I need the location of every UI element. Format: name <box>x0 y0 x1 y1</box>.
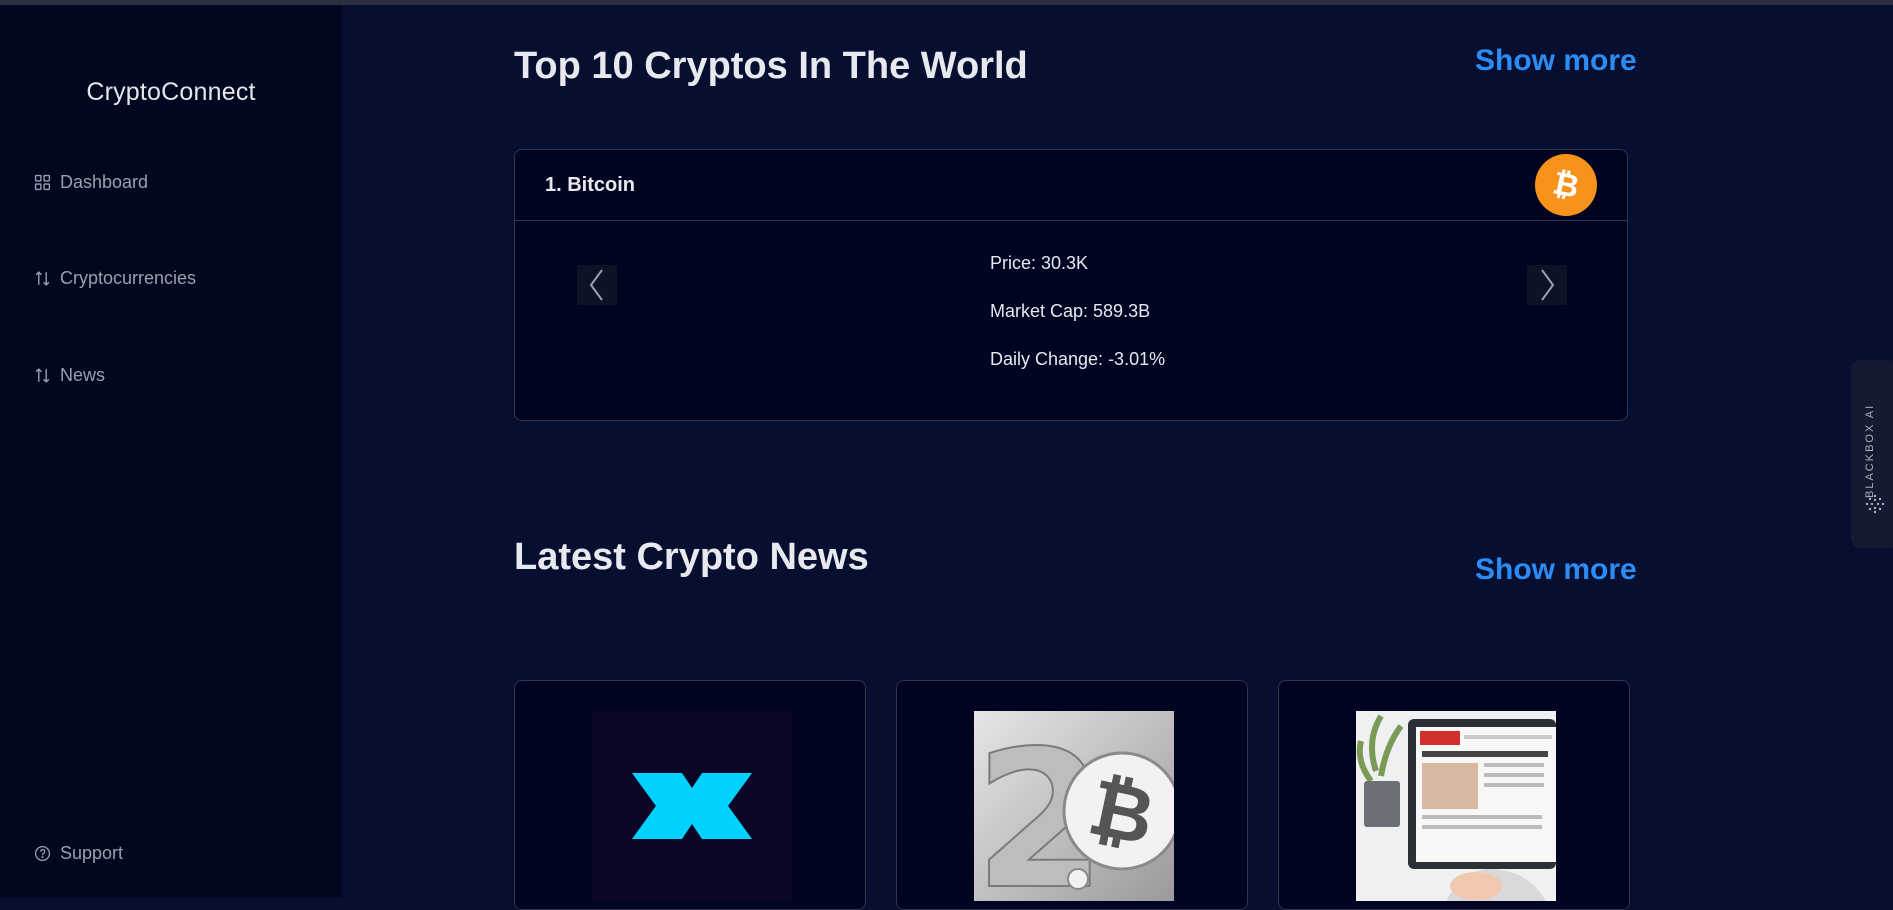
news-card[interactable] <box>514 680 866 910</box>
sidebar-item-label: Dashboard <box>60 172 149 192</box>
synthetix-icon <box>632 773 752 839</box>
crypto-news-title: Latest Crypto News <box>514 536 869 578</box>
top-cryptos-title: Top 10 Cryptos In The World <box>514 45 1028 87</box>
sort-arrows-icon <box>35 271 50 286</box>
carousel-prev-button[interactable] <box>577 265 617 305</box>
synthetix-logo-image <box>592 711 792 901</box>
crypto-market-cap: Market Cap: 589.3B <box>990 301 1151 321</box>
chevron-left-icon <box>589 269 603 301</box>
chevron-right-icon <box>1541 269 1555 301</box>
news-card[interactable]: 2 ₿ <box>896 680 1248 910</box>
bitcoin-icon: ₿ <box>1535 154 1597 216</box>
bitcoin-symbol-icon: ₿ <box>1550 167 1583 203</box>
bitcoin-2-0-graphic: 2 ₿ <box>974 711 1174 901</box>
card-header: 1. Bitcoin ₿ <box>515 150 1627 221</box>
top-cryptos-show-more-link[interactable]: Show more <box>1475 44 1637 78</box>
news-card[interactable] <box>1278 680 1630 910</box>
sidebar-item-label: Support <box>60 843 124 863</box>
crypto-news-show-more-link[interactable]: Show more <box>1475 553 1637 587</box>
sidebar-item-dashboard[interactable]: Dashboard <box>34 172 148 193</box>
dots-grid-icon <box>1865 494 1885 514</box>
grid-icon <box>34 174 51 191</box>
blackbox-ai-widget[interactable]: BLACKBOX AI <box>1851 360 1893 548</box>
crypto-card-title: 1. Bitcoin <box>545 174 636 196</box>
help-circle-icon <box>34 845 51 862</box>
sidebar-item-label: Cryptocurrencies <box>60 268 197 288</box>
crypto-price: Price: 30.3K <box>990 253 1089 273</box>
crypto-daily-change: Daily Change: -3.01% <box>990 349 1166 369</box>
sidebar-item-support[interactable]: Support <box>34 843 123 864</box>
svg-text:₿: ₿ <box>1550 167 1583 203</box>
sidebar-item-label: News <box>60 365 106 385</box>
sidebar-item-cryptocurrencies[interactable]: Cryptocurrencies <box>34 268 196 289</box>
laptop-news-graphic <box>1356 711 1556 901</box>
sort-arrows-icon <box>35 368 50 383</box>
news-laptop-image <box>1356 711 1556 901</box>
bitcoin-2-0-image: 2 ₿ <box>974 711 1174 901</box>
sidebar: CryptoConnect Dashboard Cryptocurrencies… <box>0 5 342 897</box>
sidebar-item-news[interactable]: News <box>34 365 105 386</box>
carousel-next-button[interactable] <box>1527 265 1567 305</box>
crypto-carousel-card: 1. Bitcoin ₿ Price: 30.3K Market Cap: 58… <box>514 149 1628 421</box>
blackbox-ai-label: BLACKBOX AI <box>1864 403 1876 498</box>
brand-logo-text[interactable]: CryptoConnect <box>0 78 342 107</box>
